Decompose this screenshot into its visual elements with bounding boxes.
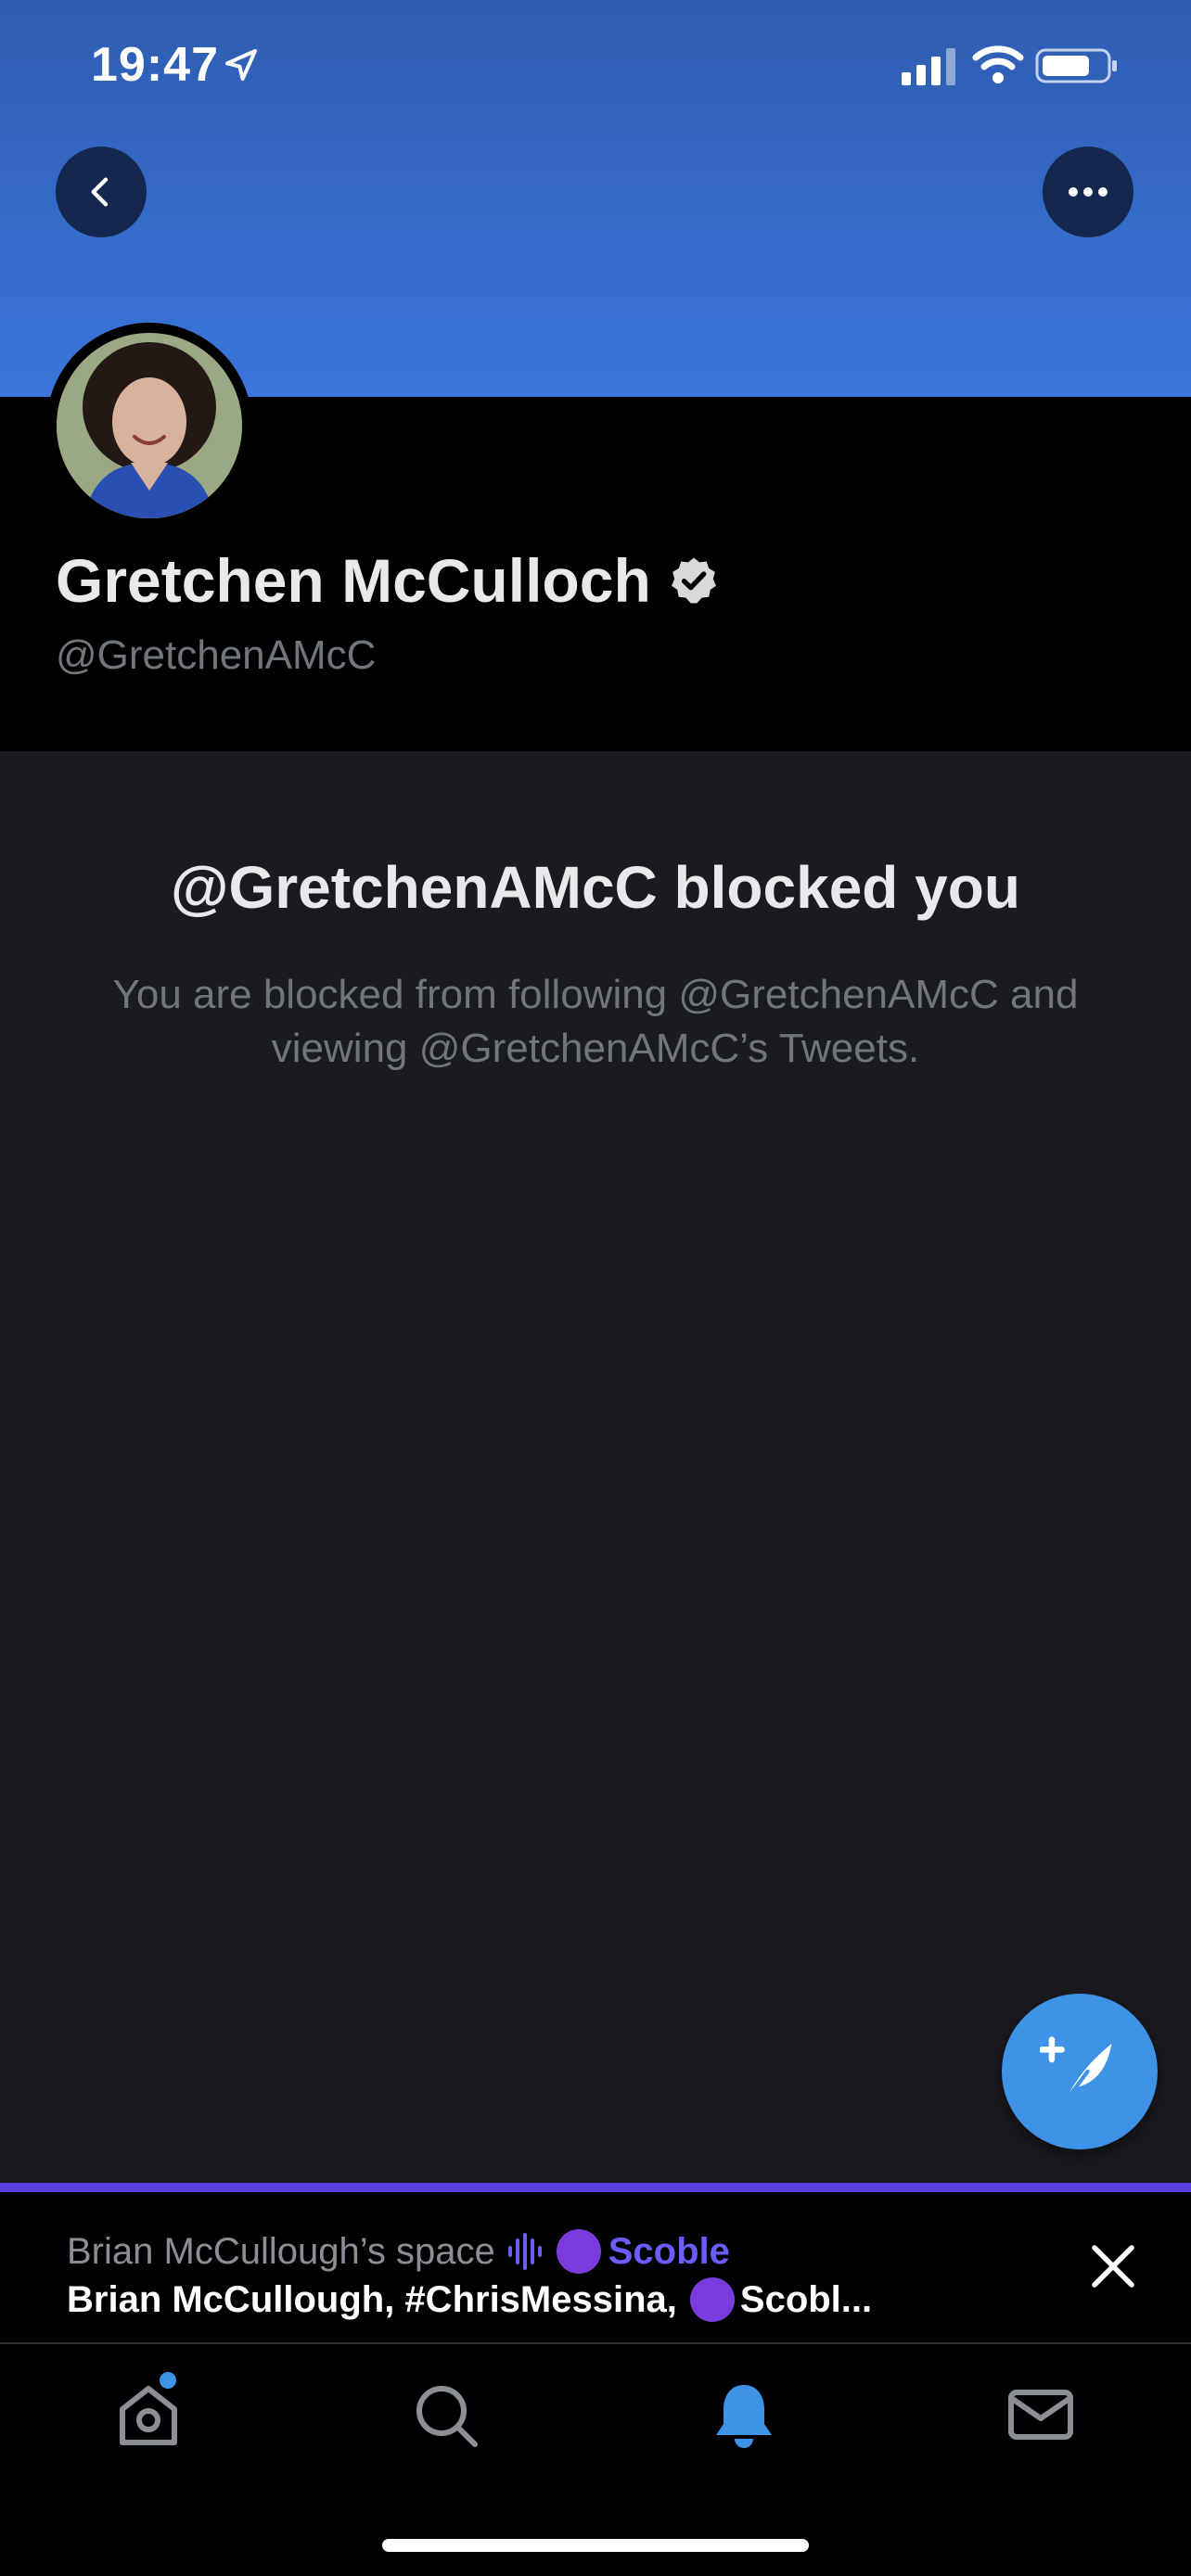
wifi-icon bbox=[972, 45, 1024, 83]
audio-waveform-icon bbox=[507, 2233, 542, 2270]
search-icon[interactable] bbox=[408, 2378, 482, 2452]
display-name: Gretchen McCulloch bbox=[56, 546, 651, 615]
verified-badge-icon[interactable] bbox=[668, 555, 720, 606]
home-notification-dot bbox=[160, 2372, 176, 2389]
participant-purple-circle-icon bbox=[689, 2277, 735, 2322]
blocked-description: You are blocked from following @Gretchen… bbox=[112, 972, 1079, 1071]
home-indicator bbox=[382, 2539, 809, 2552]
compose-feather-icon bbox=[1040, 2036, 1112, 2106]
cellular-signal-icon bbox=[902, 48, 955, 85]
avatar-portrait-icon bbox=[57, 333, 242, 518]
space-participants-row: Brian McCullough, #ChrisMessina, Scobl..… bbox=[67, 2277, 872, 2322]
space-host-label: Scoble bbox=[608, 2230, 730, 2272]
space-participants-suffix: Scobl... bbox=[739, 2278, 873, 2320]
mail-icon[interactable] bbox=[1004, 2378, 1078, 2452]
ellipsis-icon bbox=[1069, 187, 1108, 197]
status-time: 19:47 bbox=[91, 38, 219, 92]
avatar[interactable] bbox=[46, 323, 252, 529]
space-title: Brian McCullough’s space bbox=[67, 2230, 495, 2272]
avatar-photo bbox=[57, 333, 242, 518]
host-purple-circle-icon bbox=[556, 2229, 601, 2274]
profile-name-row: Gretchen McCulloch bbox=[56, 545, 720, 616]
location-arrow-icon bbox=[225, 49, 257, 81]
back-button[interactable] bbox=[56, 147, 147, 237]
home-icon[interactable] bbox=[111, 2378, 186, 2452]
live-space-bar[interactable]: Brian McCullough’s space Scoble Brian Mc… bbox=[0, 2183, 1191, 2342]
more-options-button[interactable] bbox=[1043, 147, 1133, 237]
chevron-left-icon bbox=[91, 177, 109, 207]
profile-handle: @GretchenAMcC bbox=[56, 632, 377, 678]
space-participants: Brian McCullough, #ChrisMessina, bbox=[67, 2278, 677, 2320]
space-title-row: Brian McCullough’s space Scoble bbox=[67, 2229, 730, 2274]
close-icon[interactable] bbox=[1085, 2238, 1141, 2294]
battery-icon bbox=[1035, 48, 1117, 83]
bell-icon[interactable] bbox=[707, 2378, 781, 2452]
status-bar: 19:47 bbox=[0, 0, 1191, 130]
blocked-title: @GretchenAMcC blocked you bbox=[171, 854, 1020, 921]
compose-tweet-button[interactable] bbox=[1002, 1994, 1158, 2149]
